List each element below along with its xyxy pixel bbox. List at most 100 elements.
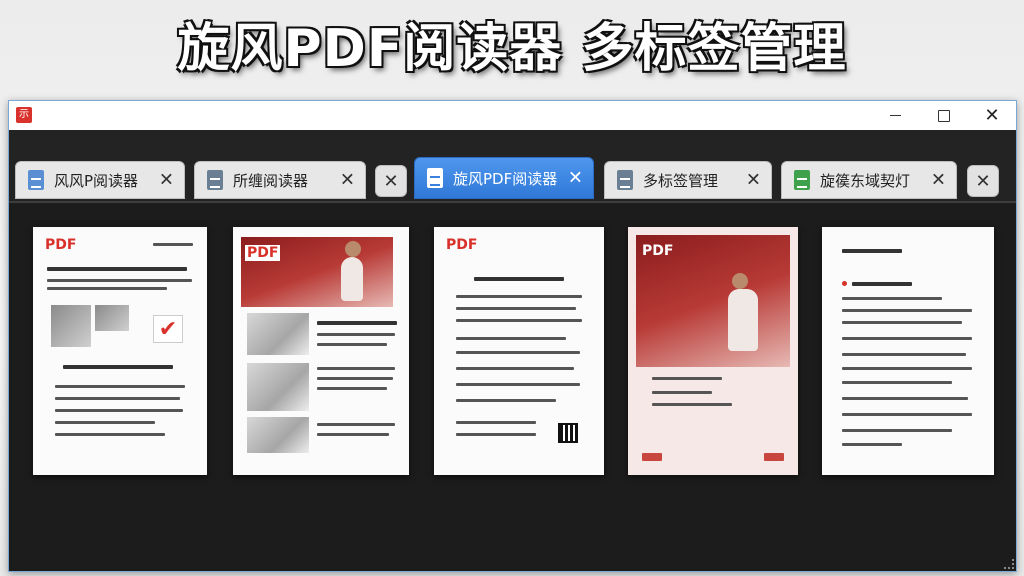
title-bar: 示 ✕	[9, 101, 1016, 130]
text-line	[842, 443, 902, 446]
text-line	[842, 397, 968, 400]
text-line	[55, 409, 183, 412]
photo	[247, 363, 309, 411]
text-line	[456, 367, 574, 370]
text-line	[456, 399, 556, 402]
text-line	[153, 243, 193, 246]
text-line	[652, 391, 712, 394]
text-line	[842, 309, 972, 312]
person-figure	[345, 241, 361, 257]
tab-1[interactable]: 风风P阅读器 ✕	[15, 161, 185, 199]
pdf-logo: PDF	[642, 243, 674, 259]
text-line	[842, 321, 962, 324]
tab-close-icon[interactable]: ✕	[931, 170, 946, 191]
close-tab-button[interactable]: ✕	[375, 165, 407, 197]
text-line	[842, 249, 902, 253]
document-icon	[28, 170, 44, 190]
text-line	[47, 287, 167, 290]
text-line	[456, 383, 580, 386]
tab-2[interactable]: 所缠阅读器 ✕	[194, 161, 366, 199]
pdf-logo: PDF	[45, 237, 77, 253]
text-line	[317, 377, 393, 380]
photo	[247, 417, 309, 453]
maximize-icon	[938, 109, 950, 122]
pdf-logo: PDF	[245, 245, 281, 261]
minimize-icon	[889, 114, 901, 117]
tab-label: 旋风PDF阅读器	[453, 169, 558, 188]
text-line	[456, 337, 566, 340]
text-line	[317, 343, 387, 346]
close-icon: ✕	[383, 170, 399, 192]
document-thumbnail-area: PDF ✔ PDF PDF PDF	[9, 205, 1016, 571]
maximize-button[interactable]	[921, 101, 967, 130]
text-line	[764, 453, 784, 461]
close-icon: ✕	[984, 105, 1000, 126]
person-figure	[341, 257, 363, 301]
document-icon	[207, 170, 223, 190]
text-line	[317, 387, 387, 390]
text-line	[842, 367, 972, 370]
text-line	[842, 353, 966, 356]
resize-grip[interactable]	[1004, 559, 1014, 569]
check-icon: ✔	[153, 315, 183, 343]
text-line	[842, 413, 972, 416]
text-line	[842, 297, 942, 300]
tab-close-icon[interactable]: ✕	[340, 170, 355, 191]
bullet	[842, 281, 847, 286]
text-line	[652, 403, 732, 406]
page-thumbnail-5[interactable]	[822, 227, 994, 475]
text-line	[317, 367, 395, 370]
text-line	[456, 319, 582, 322]
text-line	[317, 423, 395, 426]
text-line	[317, 321, 397, 325]
text-line	[317, 433, 389, 436]
tab-close-icon[interactable]: ✕	[159, 170, 174, 191]
text-line	[55, 385, 185, 388]
tab-4[interactable]: 多标签管理 ✕	[604, 161, 772, 199]
text-line	[63, 365, 173, 369]
app-icon: 示	[16, 107, 32, 123]
pdf-reader-window: 示 ✕ 风风P阅读器 ✕ 所缠阅读器 ✕ ✕ 旋风PDF阅读器 ✕ 多标签管理 …	[8, 100, 1017, 572]
text-line	[474, 277, 564, 281]
text-line	[456, 295, 582, 298]
document-icon	[794, 170, 810, 190]
text-line	[317, 333, 395, 336]
text-line	[852, 282, 912, 286]
minimize-button[interactable]	[872, 101, 918, 130]
text-line	[456, 307, 576, 310]
text-line	[55, 421, 155, 424]
text-line	[456, 421, 536, 424]
qr-code-icon	[558, 423, 578, 443]
text-line	[55, 433, 165, 436]
text-line	[642, 453, 662, 461]
tab-strip: 风风P阅读器 ✕ 所缠阅读器 ✕ ✕ 旋风PDF阅读器 ✕ 多标签管理 ✕ 旋篌…	[9, 130, 1016, 203]
close-icon: ✕	[975, 170, 991, 192]
text-line	[842, 337, 972, 340]
page-thumbnail-1[interactable]: PDF ✔	[33, 227, 207, 475]
pdf-logo: PDF	[446, 237, 478, 253]
tab-label: 多标签管理	[643, 171, 719, 190]
tab-close-icon[interactable]: ✕	[746, 170, 761, 191]
headline-title: 旋风PDF阅读器 多标签管理	[177, 19, 847, 79]
document-icon	[617, 170, 633, 190]
text-line	[47, 279, 192, 282]
person-figure	[732, 273, 748, 289]
text-line	[456, 351, 580, 354]
tab-5[interactable]: 旋篌东域契灯 ✕	[781, 161, 957, 199]
tab-3-active[interactable]: 旋风PDF阅读器 ✕	[414, 157, 594, 199]
tab-label: 旋篌东域契灯	[820, 171, 911, 190]
document-icon	[427, 168, 443, 188]
page-thumbnail-3[interactable]: PDF	[434, 227, 604, 475]
text-line	[842, 429, 952, 432]
text-line	[842, 381, 952, 384]
photo	[247, 313, 309, 355]
page-thumbnail-4[interactable]: PDF	[628, 227, 798, 475]
close-tab-button[interactable]: ✕	[967, 165, 999, 197]
text-line	[55, 397, 180, 400]
close-window-button[interactable]: ✕	[969, 101, 1015, 130]
photo	[51, 305, 91, 347]
tab-label: 所缠阅读器	[233, 171, 309, 190]
page-thumbnail-2[interactable]: PDF	[233, 227, 409, 475]
tab-close-icon[interactable]: ✕	[568, 168, 583, 189]
tab-label: 风风P阅读器	[54, 171, 139, 190]
